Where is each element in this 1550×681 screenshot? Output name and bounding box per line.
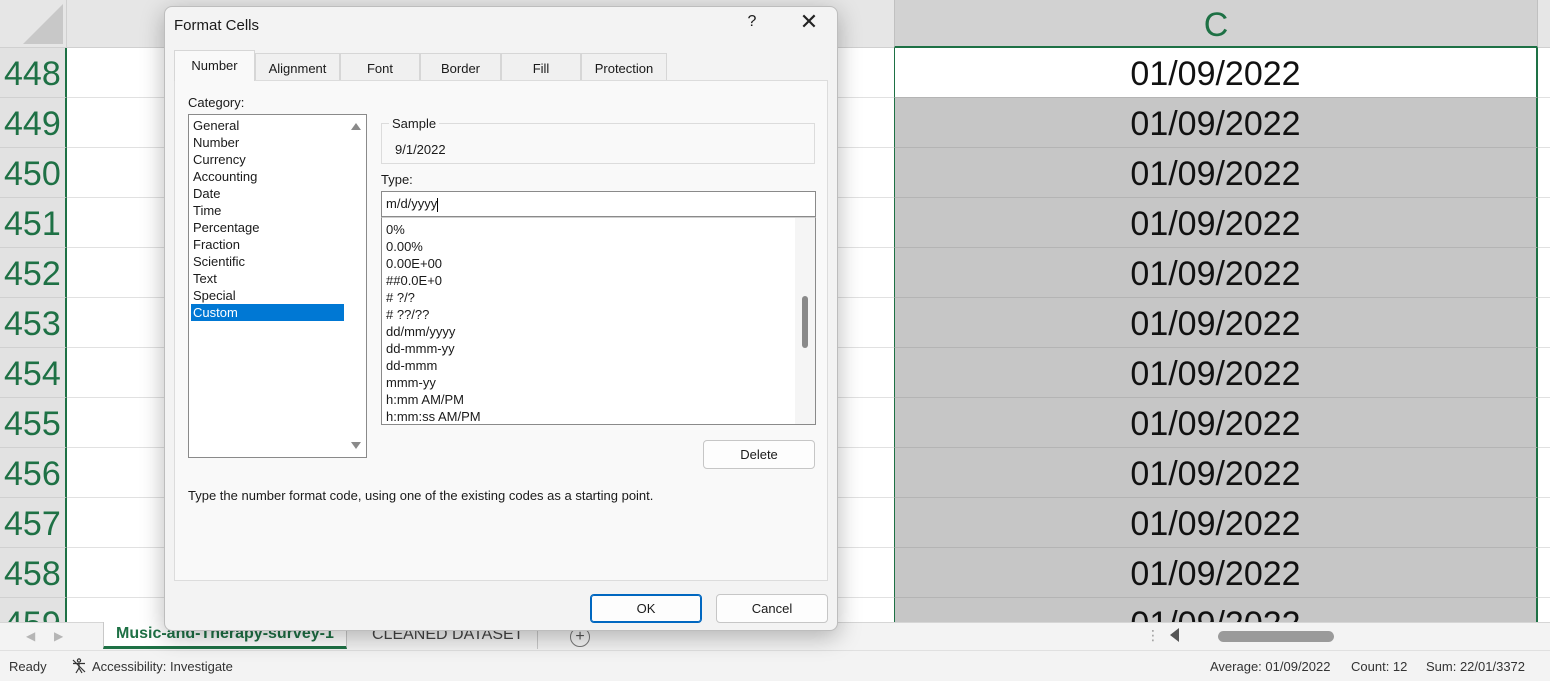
cell-c[interactable]: 01/09/2022: [894, 48, 1538, 98]
list-item[interactable]: Date: [191, 185, 344, 202]
type-input-value: m/d/yyyy: [386, 196, 438, 211]
cell-c[interactable]: 01/09/2022: [894, 98, 1538, 148]
column-header-c[interactable]: C: [894, 0, 1538, 48]
type-input[interactable]: m/d/yyyy: [381, 191, 816, 217]
row-header[interactable]: 452: [0, 248, 67, 298]
scroll-down-icon[interactable]: [351, 442, 361, 449]
status-count: Count: 12: [1351, 659, 1408, 674]
format-list-scrollbar[interactable]: [795, 218, 815, 424]
tab-fill[interactable]: Fill: [501, 53, 581, 81]
scrollbar-thumb[interactable]: [802, 296, 808, 348]
ok-button[interactable]: OK: [590, 594, 702, 623]
list-item[interactable]: 0%: [386, 221, 405, 238]
row-header[interactable]: 458: [0, 548, 67, 598]
list-item[interactable]: dd-mmm: [386, 357, 437, 374]
row-header[interactable]: 456: [0, 448, 67, 498]
list-item[interactable]: Time: [191, 202, 344, 219]
row-header[interactable]: 453: [0, 298, 67, 348]
status-bar: Ready Accessibility: Investigate Average…: [0, 650, 1550, 681]
dialog-title: Format Cells: [174, 17, 260, 34]
text-caret: [437, 197, 439, 212]
sample-label: Sample: [389, 116, 440, 131]
list-item[interactable]: Accounting: [191, 168, 344, 185]
tab-protection[interactable]: Protection: [581, 53, 667, 81]
delete-button[interactable]: Delete: [703, 440, 815, 469]
row-header[interactable]: 455: [0, 398, 67, 448]
cell-c[interactable]: 01/09/2022: [894, 398, 1538, 448]
row-header[interactable]: 457: [0, 498, 67, 548]
list-item[interactable]: 0.00E+00: [386, 255, 442, 272]
sample-group: [381, 123, 815, 164]
list-item[interactable]: # ?/?: [386, 289, 415, 306]
close-icon[interactable]: ✕: [797, 11, 821, 35]
row-header[interactable]: 450: [0, 148, 67, 198]
hint-text: Type the number format code, using one o…: [188, 488, 654, 503]
number-tab-panel: Category: General Number Currency Accoun…: [174, 80, 828, 581]
excel-window: C 448 01/09/2022 449 01/09/2022 450 01/0…: [0, 0, 1550, 681]
list-item[interactable]: ##0.0E+0: [386, 272, 442, 289]
scroll-up-icon[interactable]: [351, 123, 361, 130]
list-item[interactable]: Special: [191, 287, 344, 304]
sample-value: 9/1/2022: [395, 142, 446, 157]
status-sum: Sum: 22/01/3372: [1426, 659, 1526, 674]
status-average: Average: 01/09/2022: [1210, 659, 1331, 674]
sheet-next-icon[interactable]: ▶: [54, 629, 63, 643]
select-all-corner[interactable]: [0, 0, 67, 48]
horizontal-scrollbar-thumb[interactable]: [1218, 631, 1334, 642]
list-item[interactable]: Scientific: [191, 253, 344, 270]
cell-c[interactable]: 01/09/2022: [894, 548, 1538, 598]
list-item[interactable]: dd-mmm-yy: [386, 340, 455, 357]
list-item[interactable]: h:mm:ss AM/PM: [386, 408, 481, 424]
type-label: Type:: [381, 172, 413, 187]
list-item-selected[interactable]: Custom: [191, 304, 344, 321]
sheet-prev-icon[interactable]: ◀: [26, 629, 35, 643]
list-item[interactable]: 0.00%: [386, 238, 423, 255]
cell-c[interactable]: 01/09/2022: [894, 198, 1538, 248]
list-item[interactable]: # ??/??: [386, 306, 429, 323]
cell-c[interactable]: 01/09/2022: [894, 248, 1538, 298]
help-icon[interactable]: ?: [745, 13, 759, 31]
row-header[interactable]: 448: [0, 48, 67, 98]
row-header[interactable]: 451: [0, 198, 67, 248]
cell-c[interactable]: 01/09/2022: [894, 298, 1538, 348]
row-header[interactable]: 459: [0, 598, 67, 622]
split-handle-icon[interactable]: ⋮: [1146, 627, 1160, 644]
row-header[interactable]: 449: [0, 98, 67, 148]
row-header[interactable]: 454: [0, 348, 67, 398]
list-item[interactable]: General: [191, 117, 344, 134]
list-item[interactable]: Number: [191, 134, 344, 151]
cell-c[interactable]: 01/09/2022: [894, 498, 1538, 548]
category-scrollbar[interactable]: [346, 115, 366, 457]
cancel-button[interactable]: Cancel: [716, 594, 828, 623]
tab-font[interactable]: Font: [340, 53, 420, 81]
format-code-list[interactable]: 0% 0.00% 0.00E+00 ##0.0E+0 # ?/? # ??/??…: [381, 217, 816, 425]
cell-c[interactable]: 01/09/2022: [894, 598, 1538, 622]
tab-alignment[interactable]: Alignment: [255, 53, 340, 81]
status-ready: Ready: [9, 659, 47, 674]
list-item[interactable]: Percentage: [191, 219, 344, 236]
list-item[interactable]: mmm-yy: [386, 374, 436, 391]
list-item[interactable]: h:mm AM/PM: [386, 391, 464, 408]
list-item[interactable]: Text: [191, 270, 344, 287]
list-item[interactable]: dd/mm/yyyy: [386, 323, 455, 340]
cell-c[interactable]: 01/09/2022: [894, 348, 1538, 398]
list-item[interactable]: Currency: [191, 151, 344, 168]
category-list[interactable]: General Number Currency Accounting Date …: [188, 114, 367, 458]
status-accessibility[interactable]: Accessibility: Investigate: [92, 659, 233, 674]
tab-number[interactable]: Number: [174, 50, 255, 81]
format-cells-dialog: Format Cells ? ✕ Number Alignment Font B…: [164, 6, 838, 631]
category-label: Category:: [188, 95, 245, 110]
tab-border[interactable]: Border: [420, 53, 501, 81]
list-item[interactable]: Fraction: [191, 236, 344, 253]
cell-c[interactable]: 01/09/2022: [894, 148, 1538, 198]
accessibility-icon[interactable]: [71, 658, 87, 674]
cell-c[interactable]: 01/09/2022: [894, 448, 1538, 498]
scroll-left-icon[interactable]: [1170, 628, 1179, 642]
